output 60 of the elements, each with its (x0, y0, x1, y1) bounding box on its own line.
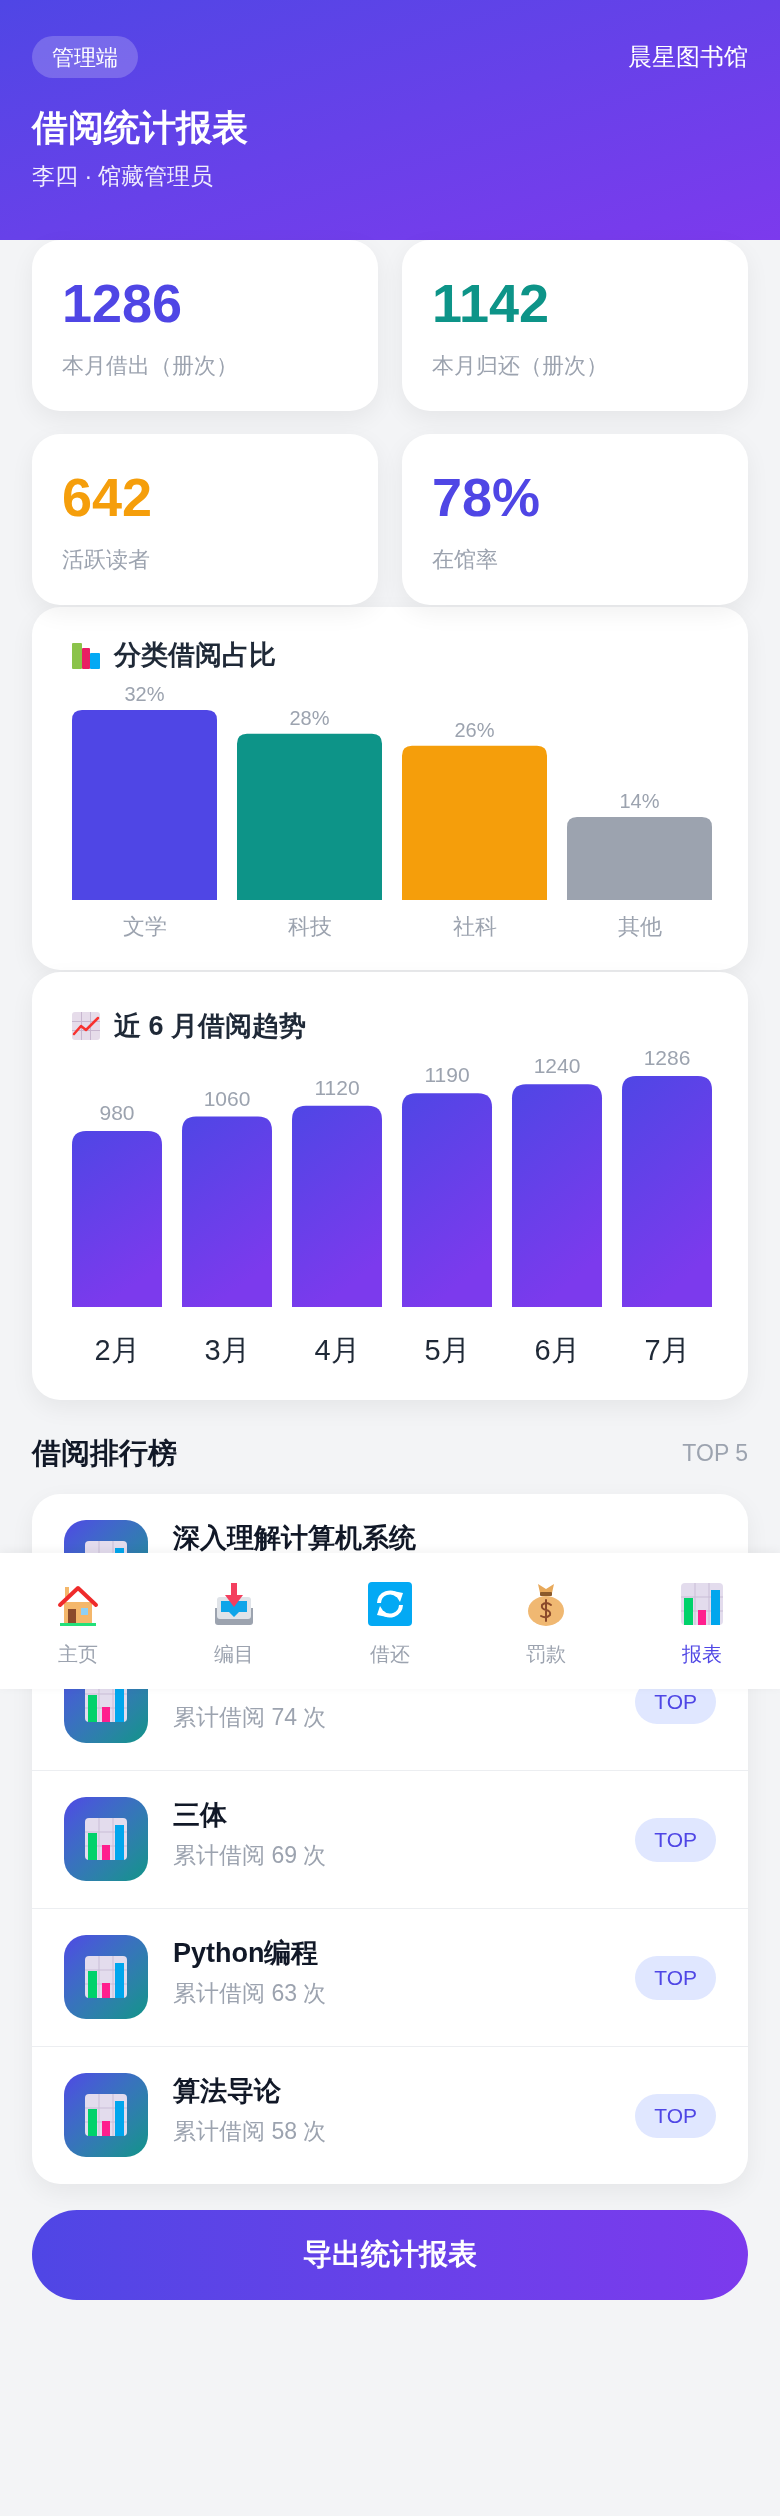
stat-label: 活跃读者 (62, 546, 151, 574)
stat-label: 在馆率 (432, 546, 499, 574)
nav-tab[interactable]: 编目 (156, 1553, 312, 1689)
page-title: 借阅统计报表 (32, 106, 249, 150)
book-title: Python编程 (173, 1939, 320, 1967)
section-title: 借阅排行榜 (32, 1436, 177, 1471)
borrow-count: 累计借阅 69 次 (173, 1841, 328, 1869)
bar-value-label: 1190 (424, 1063, 470, 1087)
top-badge: TOP (635, 2093, 716, 2138)
book-title: 三体 (173, 1801, 228, 1829)
borrow-count: 累计借阅 63 次 (173, 1979, 328, 2007)
top-badge: TOP (635, 1955, 716, 2000)
bar-chart-icon (64, 1797, 148, 1881)
books-icon (72, 641, 100, 669)
stat-label: 本月借出（册次） (62, 352, 239, 380)
nav-tab[interactable]: 借还 (312, 1553, 468, 1689)
bar-value-label: 1240 (533, 1054, 581, 1078)
book-title: 算法导论 (173, 2077, 282, 2105)
library-name: 晨星图书馆 (628, 42, 748, 72)
category-label: 其他 (617, 914, 662, 939)
month-label: 6月 (534, 1334, 580, 1366)
category-label: 文学 (122, 914, 167, 939)
borrow-count: 累计借阅 74 次 (173, 1703, 328, 1731)
user-subtitle: 李四 · 馆藏管理员 (32, 162, 215, 191)
category-label: 社科 (452, 914, 497, 939)
category-label: 科技 (287, 914, 332, 939)
stat-value: 642 (62, 467, 154, 527)
inbox-tray-icon (212, 1582, 256, 1626)
bar-value-label: 1286 (643, 1046, 691, 1069)
borrow-count: 累计借阅 58 次 (173, 2117, 328, 2145)
month-label: 5月 (424, 1334, 470, 1366)
rising-chart-icon (72, 1012, 100, 1040)
nav-tab[interactable]: 罚款 (468, 1553, 624, 1689)
refresh-icon (368, 1582, 412, 1626)
stat-value: 78% (432, 467, 542, 527)
book-title: 深入理解计算机系统 (173, 1524, 417, 1552)
stat-value: 1142 (432, 273, 551, 333)
bar-value-label: 26% (454, 718, 495, 741)
month-label: 2月 (94, 1334, 140, 1366)
month-label: 7月 (644, 1334, 690, 1366)
bar-value-label: 980 (99, 1100, 135, 1124)
bar-chart-icon (680, 1582, 724, 1626)
chart-title: 近 6 月借阅趋势 (114, 1010, 307, 1043)
bar-value-label: 1120 (314, 1075, 360, 1099)
bar-chart-icon (64, 1935, 148, 2019)
role-badge: 管理端 (32, 36, 138, 78)
month-label: 4月 (314, 1334, 360, 1366)
chart-title: 分类借阅占比 (114, 639, 276, 672)
bar-value-label: 1060 (203, 1086, 251, 1110)
bar-value-label: 32% (124, 683, 165, 705)
bar-value-label: 28% (289, 706, 330, 729)
top-badge: TOP (635, 1817, 716, 1862)
bar-value-label: 14% (619, 789, 660, 812)
section-note: TOP 5 (682, 1438, 748, 1468)
bar-chart-icon (64, 2073, 148, 2157)
month-label: 3月 (204, 1334, 250, 1366)
stat-value: 1286 (62, 273, 184, 333)
nav-tab[interactable]: 主页 (0, 1553, 156, 1689)
export-button[interactable]: 导出统计报表 (32, 2210, 748, 2300)
stat-label: 本月归还（册次） (432, 352, 609, 380)
